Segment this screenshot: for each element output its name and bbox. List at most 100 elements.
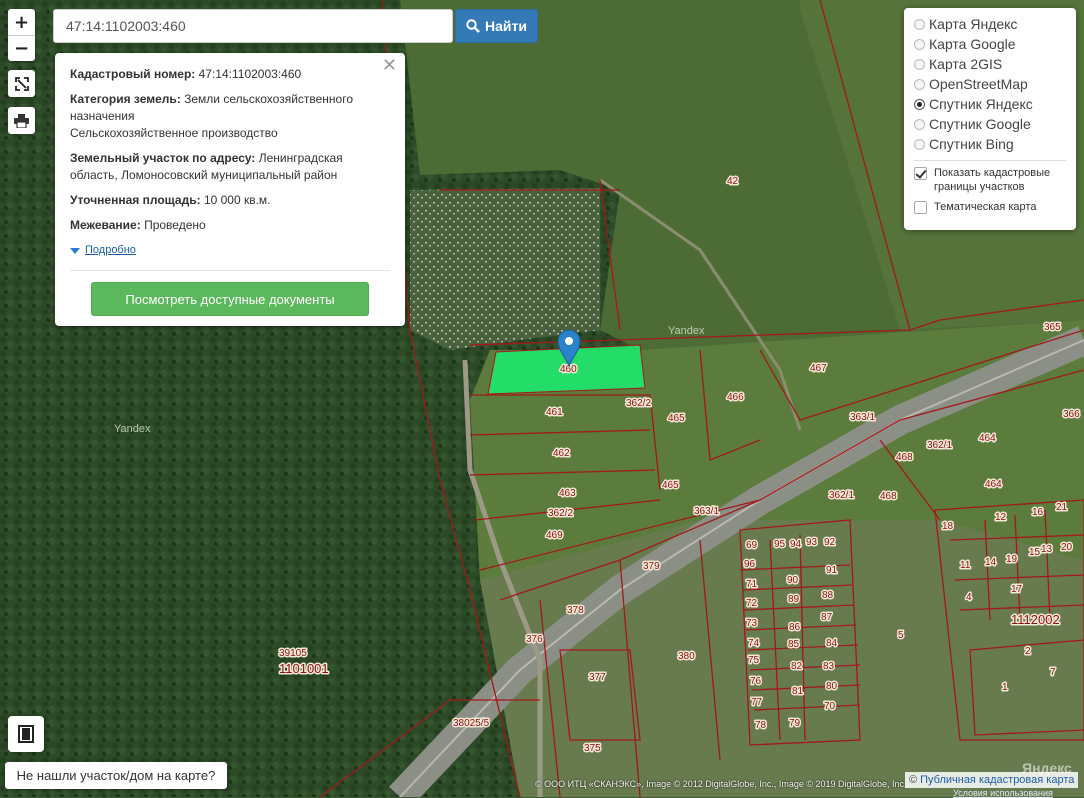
radio-unselected[interactable] — [914, 78, 925, 90]
not-found-button[interactable]: Не нашли участок/дом на карте? — [5, 762, 227, 789]
parcel-number-label[interactable]: 375 — [583, 742, 603, 756]
parcel-number-label[interactable]: 86 — [788, 621, 803, 635]
parcel-number-label[interactable]: 82 — [790, 660, 805, 674]
parcel-number-label[interactable]: 462 — [552, 447, 572, 461]
zoom-out-button[interactable]: − — [8, 35, 35, 61]
parcel-number-label[interactable]: 362/1 — [828, 489, 856, 503]
parcel-number-label[interactable]: 4 — [965, 591, 974, 605]
parcel-number-label[interactable]: 83 — [822, 660, 837, 674]
radio-selected[interactable] — [914, 98, 925, 110]
parcel-number-label[interactable]: 379 — [642, 560, 662, 574]
parcel-number-label[interactable]: 363/1 — [849, 411, 877, 425]
zoom-in-button[interactable]: + — [8, 9, 35, 35]
parcel-number-label[interactable]: 74 — [747, 637, 762, 651]
thematic-map-toggle[interactable]: Тематическая карта — [914, 200, 1066, 214]
parcel-number-label[interactable]: 2 — [1024, 645, 1033, 659]
parcel-number-label[interactable]: 18 — [941, 520, 956, 534]
parcel-number-label[interactable]: 85 — [787, 638, 802, 652]
parcel-number-label[interactable]: 380 — [677, 650, 697, 664]
parcel-number-label[interactable]: 38025/5 — [452, 717, 492, 731]
parcel-number-label[interactable]: 71 — [745, 578, 760, 592]
parcel-number-label[interactable]: 466 — [726, 391, 746, 405]
parcel-number-label[interactable]: 94 — [789, 538, 804, 552]
view-documents-button[interactable]: Посмотреть доступные документы — [91, 282, 369, 316]
layer-option[interactable]: Карта 2GIS — [914, 54, 1066, 74]
parcel-number-label[interactable]: 362/2 — [625, 397, 653, 411]
parcel-number-label[interactable]: 366 — [1062, 408, 1082, 422]
parcel-number-label[interactable]: 13 — [1040, 543, 1055, 557]
parcel-number-label[interactable]: 362/1 — [926, 439, 954, 453]
parcel-number-label[interactable]: 19 — [1005, 553, 1020, 567]
parcel-number-label[interactable]: 84 — [825, 637, 840, 651]
parcel-number-label[interactable]: 80 — [825, 680, 840, 694]
parcel-number-label[interactable]: 95 — [773, 538, 788, 552]
close-icon[interactable]: ✕ — [382, 57, 397, 75]
radio-unselected[interactable] — [914, 58, 925, 70]
parcel-number-label[interactable]: 467 — [809, 362, 829, 376]
parcel-number-label[interactable]: 11 — [959, 559, 973, 573]
radio-unselected[interactable] — [914, 118, 925, 130]
parcel-number-label[interactable]: 377 — [588, 671, 608, 685]
parcel-number-label[interactable]: 72 — [745, 597, 760, 611]
parcel-number-label[interactable]: 362/2 — [547, 507, 575, 521]
parcel-number-label[interactable]: 15 — [1028, 546, 1043, 560]
parcel-number-label[interactable]: 69 — [745, 539, 760, 553]
filmstrip-button[interactable] — [8, 716, 44, 752]
parcel-number-label[interactable]: 77 — [750, 696, 765, 710]
layer-option[interactable]: OpenStreetMap — [914, 74, 1066, 94]
parcel-number-label[interactable]: 20 — [1060, 541, 1075, 555]
parcel-number-label[interactable]: 378 — [566, 604, 586, 618]
public-cadastral-map-link[interactable]: © Публичная кадастровая карта — [905, 772, 1079, 788]
parcel-number-label[interactable]: 96 — [743, 558, 758, 572]
parcel-number-label[interactable]: 365 — [1043, 321, 1063, 335]
parcel-number-label[interactable]: 376 — [525, 633, 545, 647]
radio-unselected[interactable] — [914, 18, 925, 30]
layer-option[interactable]: Карта Яндекс — [914, 14, 1066, 34]
parcel-number-label[interactable]: 91 — [825, 564, 840, 578]
layer-option[interactable]: Спутник Google — [914, 114, 1066, 134]
parcel-number-label[interactable]: 363/1 — [693, 505, 721, 519]
parcel-number-label[interactable]: 465 — [661, 479, 681, 493]
parcel-number-label[interactable]: 88 — [821, 589, 836, 603]
checkbox-checked[interactable] — [914, 167, 927, 180]
parcel-number-label[interactable]: 464 — [984, 478, 1004, 492]
checkbox-unchecked[interactable] — [914, 201, 927, 214]
parcel-number-label[interactable]: 14 — [984, 556, 999, 570]
parcel-number-label[interactable]: 7 — [1049, 666, 1058, 680]
cadastral-search-input[interactable] — [53, 9, 453, 43]
fullscreen-button[interactable] — [8, 70, 35, 97]
parcel-number-label[interactable]: 90 — [786, 574, 801, 588]
parcel-number-label[interactable]: 12 — [994, 511, 1009, 525]
layer-option[interactable]: Спутник Bing — [914, 134, 1066, 154]
parcel-number-label[interactable]: 79 — [788, 717, 803, 731]
parcel-number-label[interactable]: 464 — [978, 432, 998, 446]
parcel-number-label[interactable]: 73 — [745, 617, 760, 631]
parcel-number-label[interactable]: 42 — [726, 175, 741, 189]
parcel-number-label[interactable]: 1 — [1001, 681, 1010, 695]
parcel-number-label[interactable]: 21 — [1055, 501, 1070, 515]
parcel-number-label[interactable]: 463 — [558, 487, 578, 501]
parcel-number-label[interactable]: 75 — [747, 654, 762, 668]
show-boundaries-toggle[interactable]: Показать кадастровые границы участков — [914, 166, 1066, 194]
parcel-number-label[interactable]: 93 — [805, 536, 820, 550]
details-link[interactable]: Подробно — [70, 242, 390, 259]
radio-unselected[interactable] — [914, 138, 925, 150]
print-button[interactable] — [8, 107, 35, 134]
parcel-number-label[interactable]: 89 — [787, 593, 802, 607]
parcel-number-label[interactable]: 76 — [749, 675, 764, 689]
parcel-number-label[interactable]: 465 — [667, 412, 687, 426]
layer-option[interactable]: Спутник Яндекс — [914, 94, 1066, 114]
parcel-number-label[interactable]: 17 — [1010, 583, 1025, 597]
parcel-number-label[interactable]: 461 — [545, 406, 565, 420]
parcel-number-label[interactable]: 468 — [895, 451, 915, 465]
parcel-number-label[interactable]: 78 — [754, 719, 769, 733]
search-button[interactable]: Найти — [455, 9, 538, 43]
parcel-number-label[interactable]: 81 — [791, 685, 806, 699]
parcel-number-label[interactable]: 70 — [823, 700, 838, 714]
parcel-number-label[interactable]: 39105 — [278, 647, 309, 661]
parcel-number-label[interactable]: 468 — [879, 490, 899, 504]
layer-option[interactable]: Карта Google — [914, 34, 1066, 54]
radio-unselected[interactable] — [914, 38, 925, 50]
parcel-number-label[interactable]: 87 — [820, 611, 835, 625]
parcel-number-label[interactable]: 92 — [823, 536, 838, 550]
